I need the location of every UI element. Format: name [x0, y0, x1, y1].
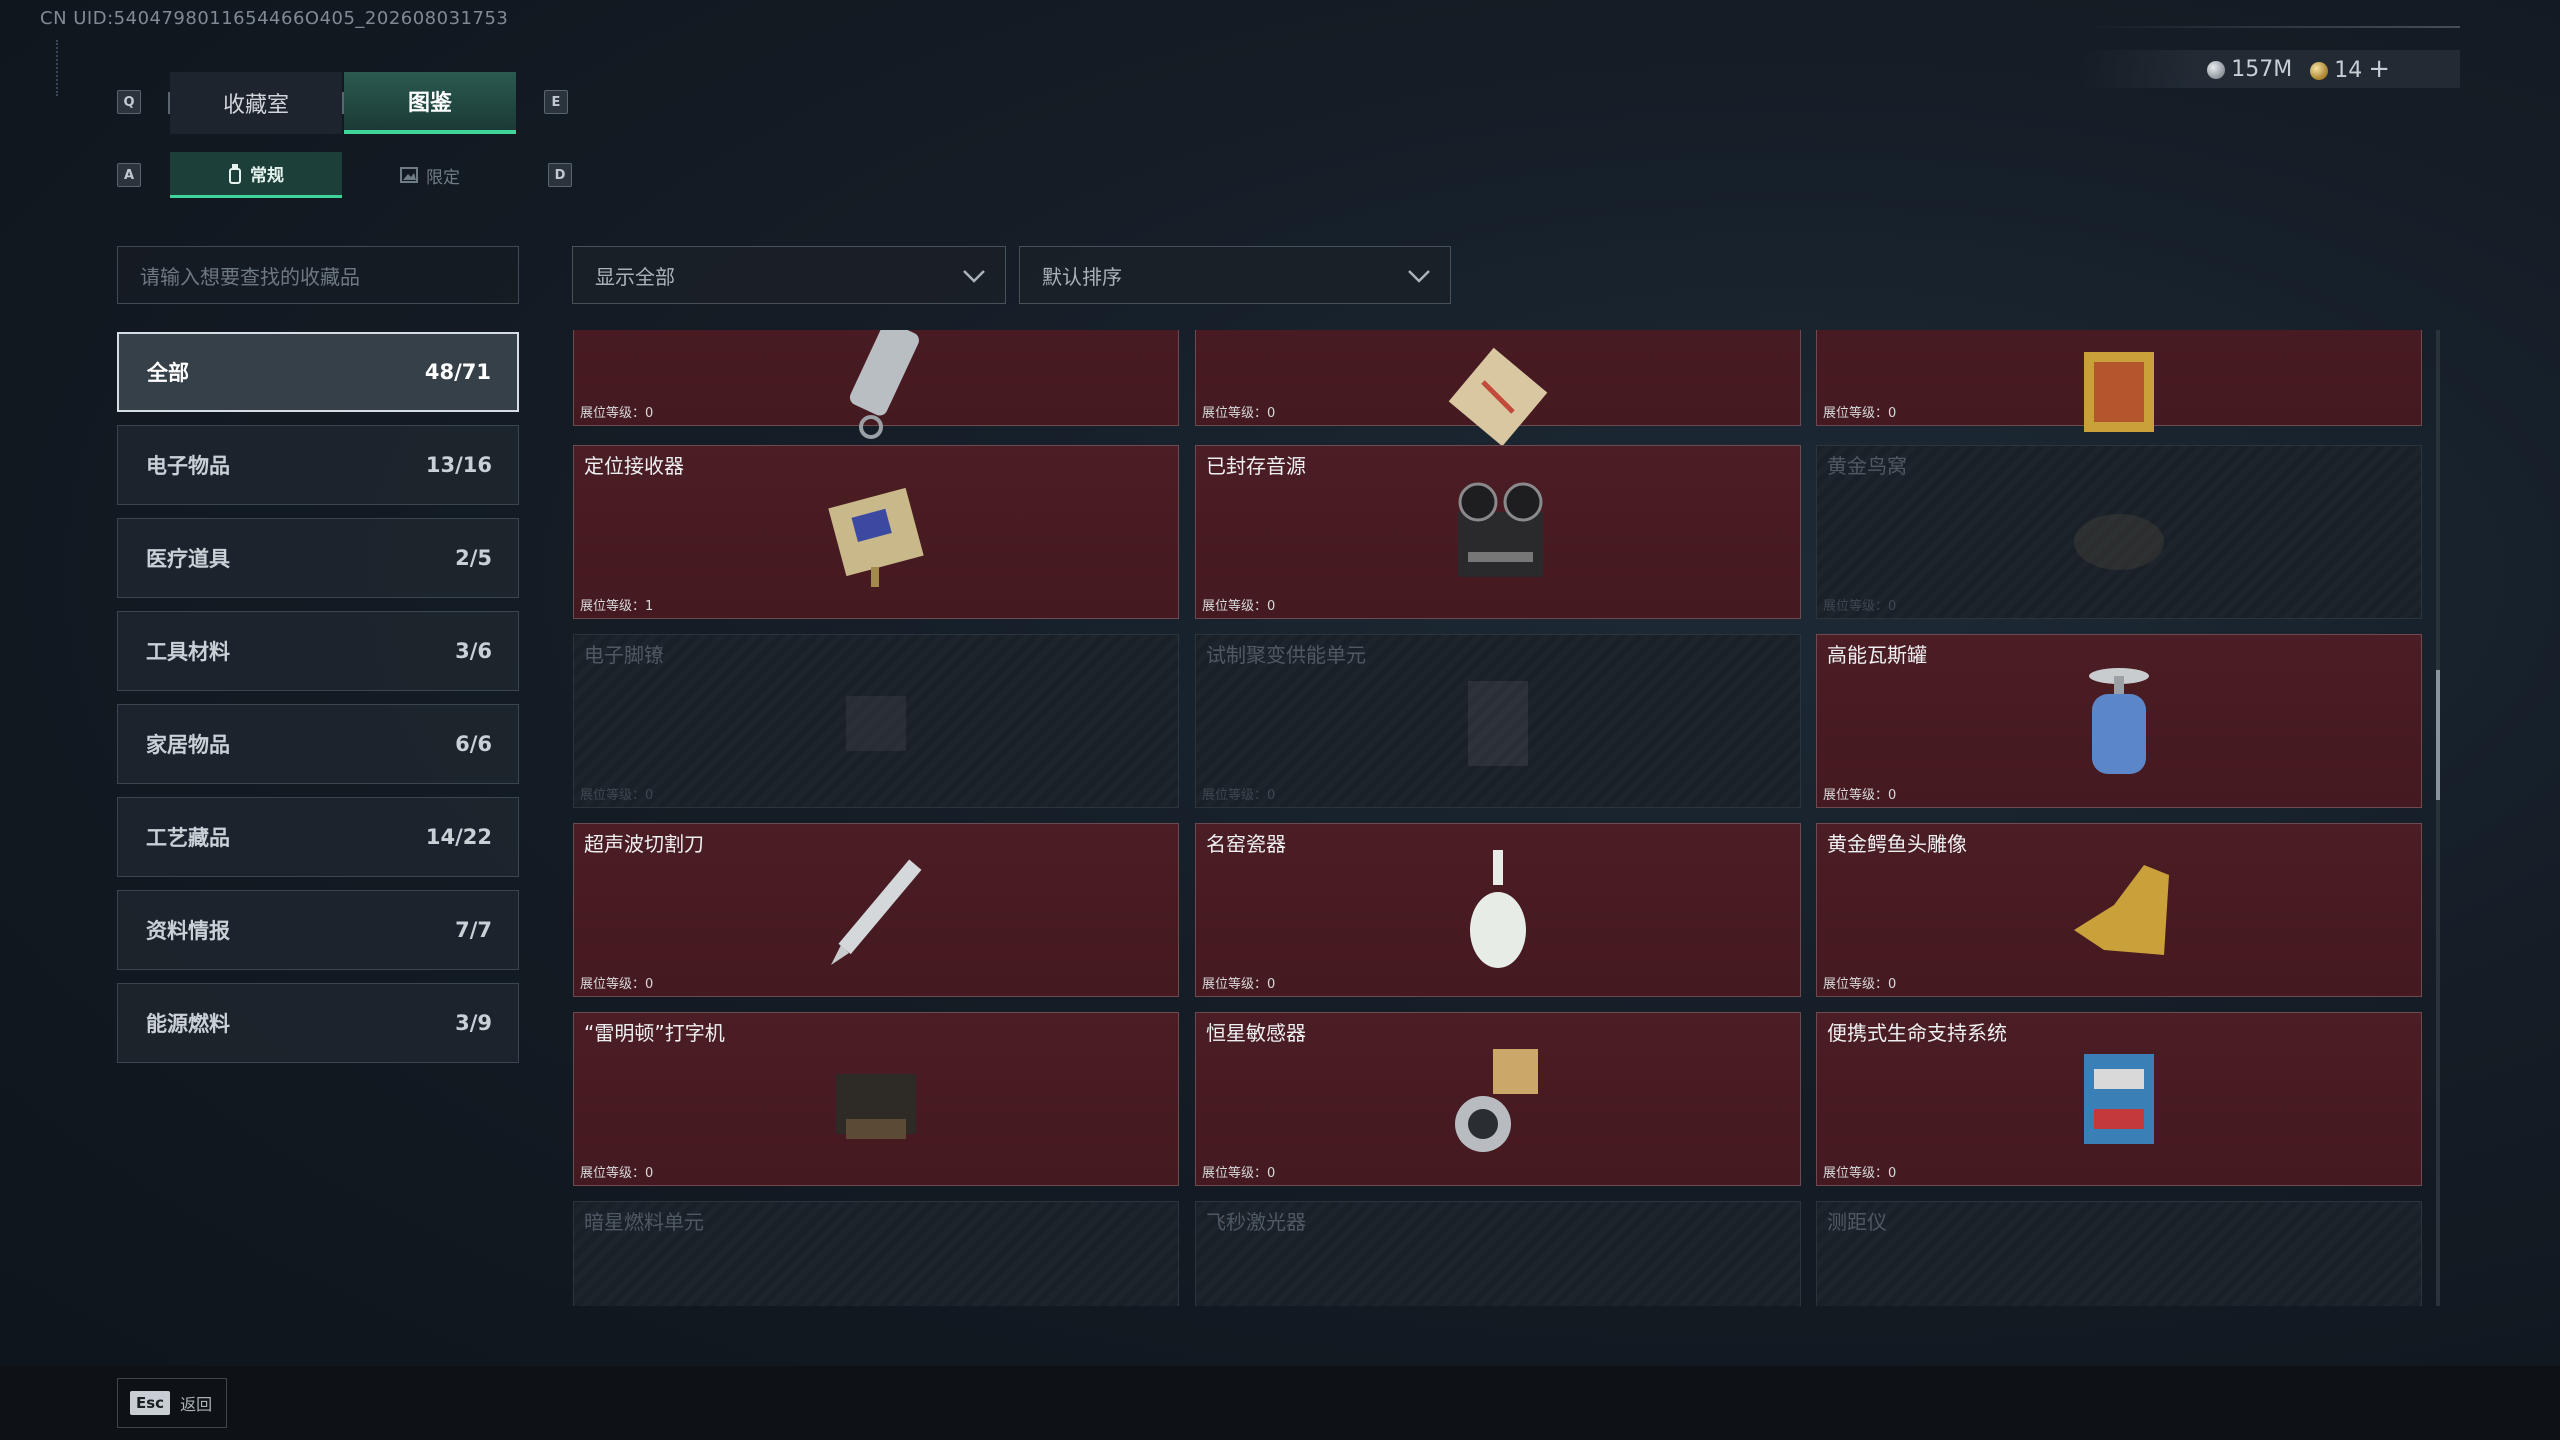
- category-tools[interactable]: 工具材料 3/6: [117, 611, 519, 691]
- anklet-icon: [846, 696, 906, 751]
- tab-prev-key[interactable]: Q: [117, 90, 141, 114]
- scrollbar-track[interactable]: [2436, 330, 2440, 1306]
- subtab-limited-label: 限定: [426, 167, 460, 188]
- gold-coin-icon: [2310, 62, 2329, 80]
- item-card-porcelain[interactable]: 名窑瓷器 展位等级：0: [1195, 823, 1801, 997]
- life-support-icon: [2084, 1054, 2154, 1144]
- gas-canister-icon: [2089, 668, 2149, 774]
- sort-dropdown[interactable]: 默认排序: [1019, 246, 1451, 304]
- typewriter-icon: [836, 1074, 916, 1139]
- image-frame-icon: [400, 167, 418, 183]
- item-card-golden-nest[interactable]: 黄金鸟窝 展位等级：0: [1816, 445, 2422, 619]
- fusion-unit-icon: [1468, 681, 1528, 766]
- category-household[interactable]: 家居物品 6/6: [117, 704, 519, 784]
- tab-collection-room[interactable]: 收藏室: [170, 72, 342, 134]
- flashlight-icon: [849, 330, 919, 440]
- nest-icon: [2074, 514, 2164, 570]
- category-energy[interactable]: 能源燃料 3/9: [117, 983, 519, 1063]
- decorative-line: [2080, 26, 2460, 28]
- item-card-gas-canister[interactable]: 高能瓦斯罐 展位等级：0: [1816, 634, 2422, 808]
- item-card-sealed-audio[interactable]: 已封存音源 展位等级：0: [1195, 445, 1801, 619]
- star-sensor-icon: [1455, 1049, 1538, 1152]
- category-electronics[interactable]: 电子物品 13/16: [117, 425, 519, 505]
- subtab-next-key[interactable]: D: [548, 163, 572, 187]
- gold-currency: 14 +: [2310, 54, 2390, 84]
- subtab-regular[interactable]: 常规: [170, 152, 342, 198]
- item-card-painting[interactable]: 展位等级：0: [1816, 330, 2422, 433]
- subtab-regular-label: 常规: [250, 166, 284, 186]
- footer-bar: [0, 1366, 2560, 1440]
- gold-crocodile-icon: [2074, 865, 2169, 955]
- item-card-gold-crocodile[interactable]: 黄金鳄鱼头雕像 展位等级：0: [1816, 823, 2422, 997]
- item-grid: 展位等级：0 展位等级：0 展位等级：0 定位接收器 展位等级：1 已封存音源 …: [572, 330, 2424, 1306]
- chevron-down-icon: [963, 270, 985, 283]
- add-currency-button[interactable]: +: [2368, 54, 2390, 84]
- chevron-down-icon: [1408, 270, 1430, 283]
- item-card-star-sensor[interactable]: 恒星敏感器 展位等级：0: [1195, 1012, 1801, 1186]
- back-button[interactable]: Esc 返回: [117, 1378, 227, 1428]
- category-intel[interactable]: 资料情报 7/7: [117, 890, 519, 970]
- item-card-fusion-unit[interactable]: 试制聚变供能单元 展位等级：0: [1195, 634, 1801, 808]
- tab-next-key[interactable]: E: [544, 90, 568, 114]
- currency-bar: 157M 14 +: [2080, 50, 2460, 88]
- esc-key: Esc: [130, 1391, 171, 1415]
- back-label: 返回: [180, 1395, 213, 1414]
- item-card-remington-typewriter[interactable]: “雷明顿”打字机 展位等级：0: [573, 1012, 1179, 1186]
- item-card-ultrasonic-cutter[interactable]: 超声波切割刀 展位等级：0: [573, 823, 1179, 997]
- item-card-electronic-anklet[interactable]: 电子脚镣 展位等级：0: [573, 634, 1179, 808]
- subtab-prev-key[interactable]: A: [117, 163, 141, 187]
- item-card-artwork[interactable]: 展位等级：0: [1195, 330, 1801, 447]
- item-card-positioning-receiver[interactable]: 定位接收器 展位等级：1: [573, 445, 1179, 619]
- uid-label: CN UID:5404798011654466O405_202608031753: [40, 8, 509, 29]
- item-card-flashlight[interactable]: 展位等级：0: [573, 330, 1179, 440]
- receiver-icon: [828, 487, 924, 587]
- decorative-line: [56, 40, 66, 96]
- item-card-rangefinder[interactable]: 测距仪: [1816, 1201, 2422, 1306]
- item-card-femtosecond-laser[interactable]: 飞秒激光器: [1195, 1201, 1801, 1306]
- category-craft[interactable]: 工艺藏品 14/22: [117, 797, 519, 877]
- tape-recorder-icon: [1458, 482, 1543, 577]
- scrollbar-thumb[interactable]: [2436, 670, 2440, 800]
- silver-currency: 157M: [2207, 57, 2292, 82]
- category-all[interactable]: 全部 48/71: [117, 332, 519, 412]
- search-input[interactable]: 请输入想要查找的收藏品: [117, 246, 519, 304]
- silver-coin-icon: [2207, 60, 2226, 79]
- item-card-dark-star-fuel[interactable]: 暗星燃料单元: [573, 1201, 1179, 1306]
- item-card-life-support[interactable]: 便携式生命支持系统 展位等级：0: [1816, 1012, 2422, 1186]
- bottle-icon: [229, 163, 241, 184]
- cutter-icon: [831, 859, 922, 965]
- filter-dropdown[interactable]: 显示全部: [572, 246, 1006, 304]
- subtab-limited[interactable]: 限定: [344, 152, 516, 198]
- porcelain-vase-icon: [1470, 850, 1526, 968]
- painting-icon: [2084, 352, 2154, 433]
- category-medical[interactable]: 医疗道具 2/5: [117, 518, 519, 598]
- tab-codex[interactable]: 图鉴: [344, 72, 516, 134]
- artwork-icon: [1448, 347, 1548, 447]
